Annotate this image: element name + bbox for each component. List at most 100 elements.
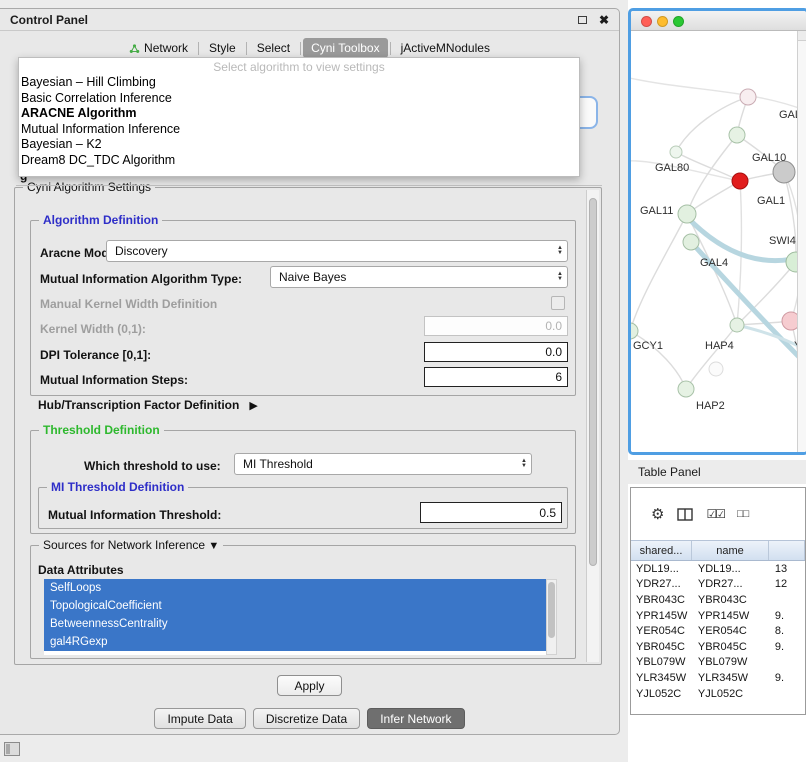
attribute-item-selfloops[interactable]: SelfLoops: [44, 579, 546, 597]
network-node[interactable]: [732, 173, 748, 189]
minimize-light[interactable]: [657, 16, 668, 27]
mi-type-select[interactable]: Naive Bayes ▲▼: [270, 266, 568, 288]
apply-button[interactable]: Apply: [277, 675, 341, 696]
table-cell: YER054C: [631, 625, 692, 637]
network-edge[interactable]: [676, 97, 748, 152]
table-row[interactable]: YBR045CYBR045C9.: [631, 639, 805, 655]
column-header-shared[interactable]: shared...: [631, 541, 692, 560]
network-window-titlebar[interactable]: [631, 11, 806, 31]
table-row[interactable]: YDL19...YDL19...13: [631, 561, 805, 577]
mi-threshold-label: Mutual Information Threshold:: [48, 508, 221, 522]
algorithm-option-bayesian-k2[interactable]: Bayesian – K2: [19, 137, 579, 153]
table-row[interactable]: YJL052CYJL052C: [631, 686, 805, 702]
network-node[interactable]: [729, 127, 745, 143]
sources-group-title[interactable]: Sources for Network Inference ▼: [39, 538, 223, 552]
network-edge[interactable]: [631, 77, 806, 111]
network-node[interactable]: [678, 381, 694, 397]
apply-row: Apply: [0, 675, 619, 696]
gear-icon[interactable]: ⚙: [651, 507, 664, 522]
table-cell: YPR145W: [631, 610, 692, 622]
attribute-item-gal4rgexp[interactable]: gal4RGexp: [44, 633, 546, 651]
settings-scrollbar[interactable]: [586, 190, 599, 662]
algorithm-dropdown-list: Select algorithm to view settings Bayesi…: [18, 57, 580, 177]
table-row[interactable]: YBL079WYBL079W: [631, 655, 805, 671]
hub-definition-section[interactable]: Hub/Transcription Factor Definition ▶: [38, 398, 258, 412]
kernel-width-field: [424, 316, 568, 336]
tab-network[interactable]: Network: [121, 38, 196, 58]
tab-separator: [246, 42, 247, 55]
scrollbar-thumb[interactable]: [548, 582, 555, 638]
which-threshold-select[interactable]: MI Threshold ▲▼: [234, 453, 532, 475]
table-row[interactable]: YBR043CYBR043C: [631, 592, 805, 608]
icon-detail: [6, 744, 10, 754]
column-header-name[interactable]: name: [692, 541, 769, 560]
tab-select[interactable]: Select: [249, 38, 298, 58]
node-label: HAP2: [696, 400, 725, 412]
tab-label: Select: [257, 41, 290, 55]
algorithm-definition-title: Algorithm Definition: [39, 213, 162, 227]
network-edge[interactable]: [631, 214, 687, 331]
tab-jactivemnodules[interactable]: jActiveMNodules: [393, 38, 498, 58]
algorithm-option-aracne-algorithm[interactable]: ARACNE Algorithm: [19, 106, 579, 122]
network-icon: [129, 43, 140, 54]
network-scrollbar[interactable]: [797, 31, 806, 452]
bottom-tab-infer-network[interactable]: Infer Network: [367, 708, 464, 729]
column-header-col2[interactable]: [769, 541, 805, 560]
columns-icon[interactable]: [677, 508, 693, 521]
deselect-checkboxes-icon[interactable]: □□: [737, 508, 748, 520]
tab-style[interactable]: Style: [201, 38, 244, 58]
data-attributes-list[interactable]: SelfLoopsTopologicalCoefficientBetweenne…: [44, 579, 546, 655]
zoom-light[interactable]: [673, 16, 684, 27]
network-node[interactable]: [709, 362, 723, 376]
network-node[interactable]: [678, 205, 696, 223]
control-panel-window: Control Panel ✖ NetworkStyleSelectCyni T…: [0, 8, 620, 735]
select-all-checkboxes-icon[interactable]: ☑☑: [706, 507, 724, 521]
aracne-mode-select[interactable]: Discovery ▲▼: [106, 240, 568, 262]
table-row[interactable]: YER054CYER054C8.: [631, 623, 805, 639]
table-cell: 12: [769, 578, 805, 590]
mi-threshold-field[interactable]: [420, 502, 562, 523]
tab-cyni-toolbox[interactable]: Cyni Toolbox: [303, 38, 387, 58]
collapse-arrow-icon[interactable]: ▼: [208, 540, 219, 552]
algorithm-option-dream8-dc-tdc-algorithm[interactable]: Dream8 DC_TDC Algorithm: [19, 153, 579, 169]
network-node[interactable]: [631, 323, 638, 339]
mi-type-label: Mutual Information Algorithm Type:: [40, 272, 242, 286]
network-edge[interactable]: [687, 214, 737, 325]
attributes-scrollbar[interactable]: [546, 579, 557, 655]
bottom-tab-impute-data[interactable]: Impute Data: [154, 708, 245, 729]
network-node[interactable]: [740, 89, 756, 105]
network-node[interactable]: [730, 318, 744, 332]
network-edge[interactable]: [686, 325, 737, 389]
dpi-tolerance-field[interactable]: [424, 342, 568, 362]
table-cell: 9.: [769, 641, 805, 653]
manual-kernel-label: Manual Kernel Width Definition: [40, 297, 217, 311]
expand-arrow-icon[interactable]: ▶: [249, 399, 257, 412]
kernel-width-label: Kernel Width (0,1):: [40, 322, 146, 336]
table-row[interactable]: YPR145WYPR145W9.: [631, 608, 805, 624]
network-node[interactable]: [683, 234, 699, 250]
panel-tabs: NetworkStyle Select Cyni Toolbox jActiveMNo…: [0, 38, 619, 58]
table-row[interactable]: YDR27...YDR27...12: [631, 577, 805, 593]
float-window-icon[interactable]: [578, 16, 587, 24]
algorithm-option-bayesian-hill-climbing[interactable]: Bayesian – Hill Climbing: [19, 75, 579, 91]
algorithm-option-mutual-information-inference[interactable]: Mutual Information Inference: [19, 122, 579, 138]
network-node[interactable]: [670, 146, 682, 158]
manual-kernel-checkbox[interactable]: [551, 296, 565, 310]
table-cell: 8.: [769, 625, 805, 637]
network-node[interactable]: [773, 161, 795, 183]
minimized-panel-icon[interactable]: [4, 742, 20, 756]
mi-steps-field[interactable]: [424, 367, 568, 387]
network-canvas[interactable]: GAL80GAL10GAL11GAL1SWI4GAL4GCY1HAP4YHAP2…: [631, 31, 806, 452]
node-label: GAL4: [700, 257, 728, 269]
attribute-item-topologicalcoefficient[interactable]: TopologicalCoefficient: [44, 597, 546, 615]
close-light[interactable]: [641, 16, 652, 27]
attribute-item-betweennesscentrality[interactable]: BetweennessCentrality: [44, 615, 546, 633]
table-cell: YDR27...: [631, 578, 692, 590]
table-row[interactable]: YLR345WYLR345W9.: [631, 670, 805, 686]
close-icon[interactable]: ✖: [599, 14, 609, 26]
algorithm-option-basic-correlation-inference[interactable]: Basic Correlation Inference: [19, 91, 579, 107]
scrollbar-thumb[interactable]: [589, 198, 597, 566]
network-view-window[interactable]: GAL80GAL10GAL11GAL1SWI4GAL4GCY1HAP4YHAP2…: [628, 8, 806, 455]
bottom-tab-discretize-data[interactable]: Discretize Data: [253, 708, 360, 729]
tab-separator: [198, 42, 199, 55]
